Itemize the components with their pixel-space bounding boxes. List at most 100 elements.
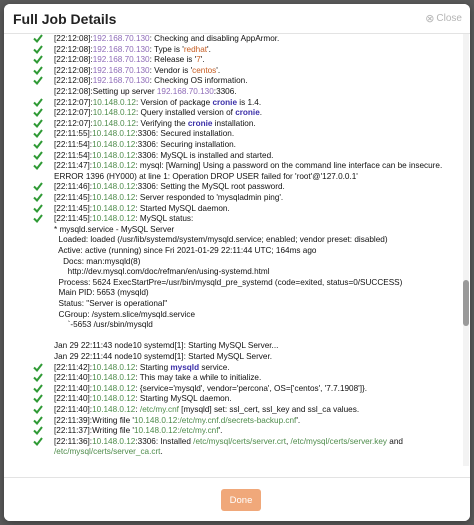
log-keyword: mysqld	[170, 362, 200, 372]
log-segment: `-5653 /usr/sbin/mysqld	[54, 320, 153, 330]
log-line: [22:11:55]:10.148.0.12:3306: Secured ins…	[4, 129, 462, 139]
log-segment: [22:11:45]:	[54, 203, 93, 213]
log-segment: Jan 29 22:11:43 node10 systemd[1]: Start…	[54, 341, 279, 351]
log-line: Loaded: loaded (/usr/lib/systemd/system/…	[4, 235, 462, 245]
log-text: [22:12:07]:10.148.0.12: Query installed …	[54, 108, 262, 118]
log-host: 10.148.0.12	[92, 214, 136, 224]
job-log[interactable]: [22:12:08]:192.168.70.130: Checking and …	[4, 34, 470, 466]
log-line: [22:11:40]:10.148.0.12: Starting MySQL d…	[4, 394, 462, 404]
log-text: [22:12:08]:192.168.70.130: Release is '7…	[54, 55, 205, 65]
log-string: redhat	[183, 44, 208, 54]
log-string: centos	[192, 65, 217, 75]
log-text: Main PID: 5653 (mysqld)	[54, 288, 149, 298]
log-line: [22:11:40]:10.148.0.12: This may take a …	[4, 373, 462, 383]
scrollbar-thumb[interactable]	[463, 280, 469, 326]
log-line: [22:11:54]:10.148.0.12:3306: Securing in…	[4, 140, 462, 150]
log-line: Status: "Server is operational"	[4, 299, 462, 309]
log-host: 192.168.70.130	[156, 87, 214, 96]
check-icon	[33, 384, 43, 393]
log-line: Jan 29 22:11:44 node10 systemd[1]: Start…	[4, 352, 462, 362]
done-button[interactable]: Done	[221, 489, 261, 511]
log-segment: [22:11:55]:	[54, 129, 93, 139]
log-segment: service.	[199, 362, 230, 372]
log-keyword: cronie	[212, 97, 238, 107]
log-path: /etc/mysql/certs/server.key	[290, 436, 388, 446]
log-host: 192.168.70.130	[92, 65, 150, 75]
log-line: [22:11:45]:10.148.0.12: Server responded…	[4, 193, 462, 203]
log-segment: '.	[200, 55, 205, 65]
log-segment: [22:11:42]:	[54, 362, 93, 372]
log-segment: [mysqld] set: ssl_cert, ssl_key and ssl_…	[178, 405, 360, 414]
log-scrollbar[interactable]	[463, 34, 469, 466]
log-segment: :3306: MySQL is installed and started.	[135, 150, 274, 160]
log-host: 10.148.0.12	[92, 394, 136, 404]
log-line: [22:11:54]:10.148.0.12:3306: MySQL is in…	[4, 151, 462, 161]
log-path: /etc/my.cnf	[139, 405, 179, 414]
log-host: 10.148.0.12	[92, 97, 136, 107]
log-text: [22:11:40]:10.148.0.12: Starting MySQL d…	[54, 394, 232, 404]
log-host: 10.148.0.12	[92, 118, 136, 128]
log-segment: Writing file '	[92, 426, 134, 436]
modal-footer: Done	[4, 477, 470, 521]
log-host: 10.148.0.12	[92, 405, 136, 414]
check-icon	[33, 129, 43, 139]
job-details-modal: Full Job Details ⊗ Close [22:12:08]:192.…	[4, 4, 470, 521]
log-host: 10.148.0.12	[92, 362, 136, 372]
check-icon	[33, 193, 43, 202]
log-segment: : {service='mysqld', vendor='percona', O…	[135, 383, 368, 393]
log-text: Docs: man:mysqld(8)	[54, 257, 140, 267]
log-segment: : Version of package	[135, 97, 213, 107]
log-segment: '.	[296, 415, 301, 425]
log-host: 10.148.0.12	[92, 150, 136, 160]
log-text: * mysqld.service - MySQL Server	[54, 225, 174, 235]
log-line: CGroup: /system.slice/mysqld.service	[4, 310, 462, 320]
check-icon	[33, 214, 43, 224]
log-text: [22:12:08]:Setting up server 192.168.70.…	[54, 87, 237, 97]
log-segment: :3306.	[213, 87, 237, 96]
log-line: [22:12:07]:10.148.0.12: Query installed …	[4, 108, 462, 118]
check-icon	[33, 203, 43, 213]
log-segment: [22:11:40]:	[54, 405, 93, 414]
log-host: 10.148.0.12	[92, 182, 136, 192]
check-icon	[33, 394, 43, 404]
log-line: [22:11:46]:10.148.0.12:3306: Setting the…	[4, 182, 462, 192]
log-text: CGroup: /system.slice/mysqld.service	[54, 310, 196, 320]
log-host: 10.148.0.12	[92, 161, 136, 171]
log-segment: .	[259, 108, 263, 118]
log-keyword: cronie	[187, 118, 213, 128]
log-segment: Jan 29 22:11:44 node10 systemd[1]: Start…	[54, 352, 273, 361]
log-segment: [22:12:08]:	[54, 44, 93, 54]
log-segment: [22:12:07]:	[54, 118, 93, 128]
check-icon	[33, 97, 43, 107]
close-label: Close	[436, 13, 462, 24]
log-segment: Status: "Server is operational"	[54, 299, 168, 308]
check-icon	[33, 55, 43, 65]
log-line: [22:12:07]:10.148.0.12: Version of packa…	[4, 98, 462, 108]
close-button[interactable]: ⊗ Close	[425, 13, 462, 24]
check-icon	[33, 150, 43, 160]
log-segment: '.	[207, 44, 211, 54]
log-segment: and	[387, 436, 403, 446]
log-text: [22:11:45]:10.148.0.12: Server responded…	[54, 193, 283, 203]
log-segment: :3306: Securing installation.	[135, 140, 236, 149]
check-icon	[33, 362, 43, 372]
log-segment: [22:12:08]:Setting up server	[54, 87, 157, 96]
modal-header: Full Job Details ⊗ Close	[4, 4, 470, 34]
log-segment: Docs: man:mysqld(8)	[54, 256, 141, 266]
log-host: 10.148.0.12	[92, 140, 136, 149]
log-text: Process: 5624 ExecStartPre=/usr/bin/mysq…	[54, 278, 403, 288]
log-line: [22:11:37]:Writing file '10.148.0.12:/et…	[4, 426, 462, 436]
log-line: Jan 29 22:11:43 node10 systemd[1]: Start…	[4, 341, 462, 351]
log-text: `-5653 /usr/sbin/mysqld	[54, 320, 153, 330]
log-line: Main PID: 5653 (mysqld)	[4, 288, 462, 298]
log-segment: [22:11:45]:	[54, 193, 93, 202]
log-text: [22:11:39]:Writing file '10.148.0.12:/et…	[54, 416, 300, 426]
log-segment: : Type is '	[149, 44, 184, 54]
log-text: [22:11:36]:10.148.0.12:3306: Installed /…	[54, 437, 403, 447]
log-text: [22:11:40]:10.148.0.12: This may take a …	[54, 373, 261, 383]
check-icon	[33, 437, 43, 446]
log-text: [22:12:08]:192.168.70.130: Checking and …	[54, 34, 279, 44]
check-icon	[33, 182, 43, 192]
log-segment: [22:11:54]:	[54, 140, 93, 149]
